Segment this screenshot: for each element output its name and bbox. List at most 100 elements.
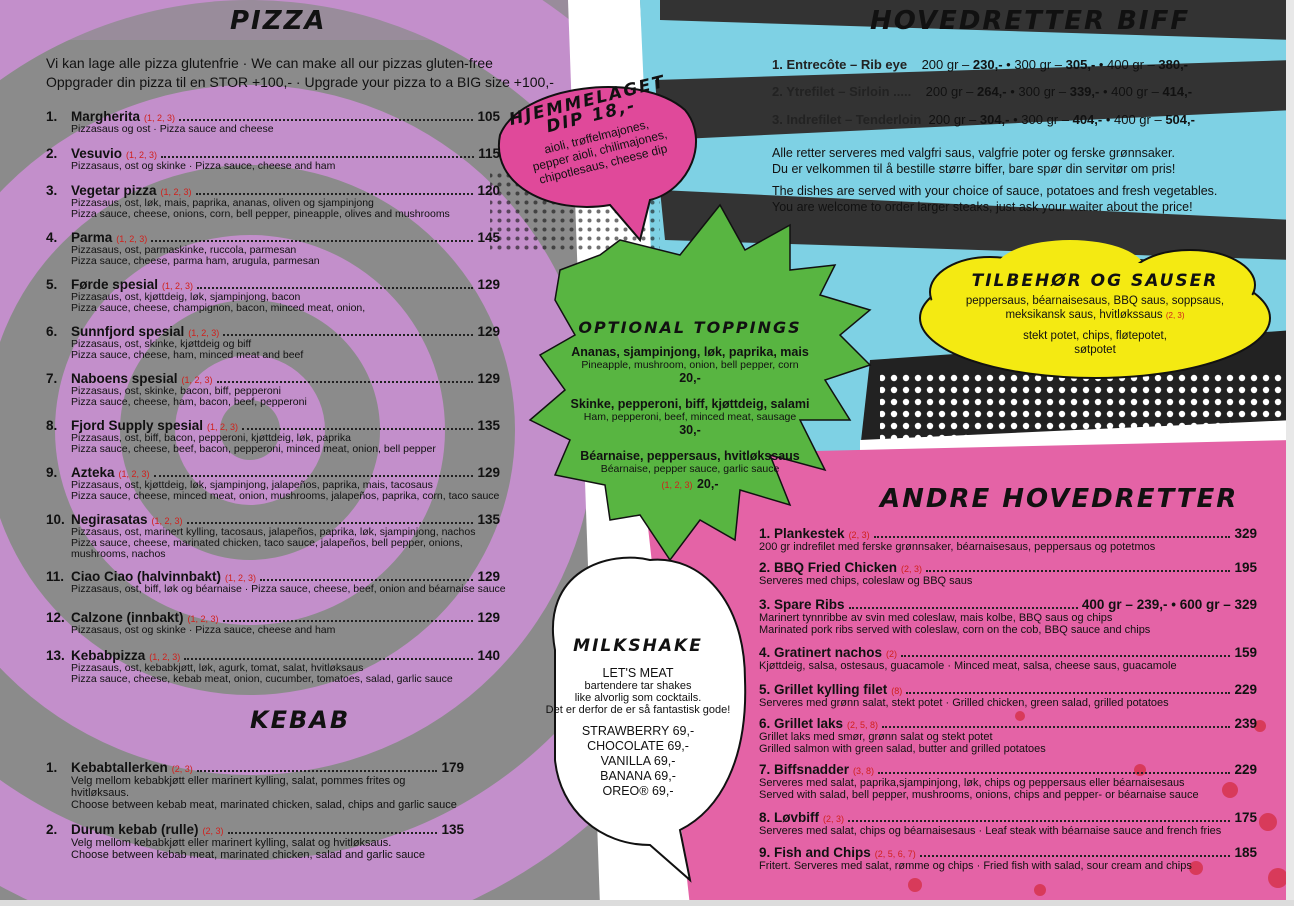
dot-leader xyxy=(196,770,438,772)
steak-row: 2. Ytrefilet – Sirloin ..... 200 gr – 26… xyxy=(772,84,1192,99)
milkshake-flavor: BANANA 69,- xyxy=(600,769,676,783)
item-description-en: Pizza sauce, cheese, onions, corn, bell … xyxy=(71,208,450,220)
allergen-codes: (1, 2, 3) xyxy=(187,614,219,624)
menu-item: 7. Naboens spesial (1, 2, 3) 129 Pizzasaus, … xyxy=(46,371,500,408)
item-name: Fjord Supply spesial xyxy=(71,418,204,433)
allergen-codes: (2, 5, 6, 7) xyxy=(874,849,916,859)
menu-item: 4. Parma (1, 2, 3) 145 Pizzasaus, ost, parma… xyxy=(46,230,500,267)
menu-item: 1. Plankestek (2, 3) 329 200 gr indrefilet … xyxy=(759,526,1257,553)
sides-line: peppersaus, béarnaisesaus, BBQ saus, sop… xyxy=(965,295,1225,307)
allergen-codes: (3, 8) xyxy=(853,766,875,776)
item-price: 135 xyxy=(477,418,500,433)
allergen-codes: (2, 3) xyxy=(823,814,845,824)
milkshake-flavor: CHOCOLATE 69,- xyxy=(587,739,689,753)
steak-price-2: 339,- xyxy=(1069,84,1100,99)
item-description: Fritert. Serveres med salat, rømme og ch… xyxy=(759,860,1192,872)
menu-item: 2. Durum kebab (rulle) (2, 3) 135 Velg mell… xyxy=(46,822,464,861)
toppings-group-en: Béarnaise, pepper sauce, garlic sauce xyxy=(600,463,780,475)
pizza-section-title: PIZZA xyxy=(230,6,327,36)
item-name: 3. Spare Ribs xyxy=(759,597,845,612)
item-description-en: Pizza sauce, cheese, minced meat, onion,… xyxy=(71,490,500,502)
item-name: Durum kebab (rulle) xyxy=(71,822,199,837)
item-number: 12. xyxy=(46,610,65,625)
item-name: 1. Plankestek xyxy=(759,526,845,541)
item-number: 9. xyxy=(46,465,58,480)
toppings-group-price: 20,- xyxy=(696,477,719,491)
item-number: 7. xyxy=(46,371,58,386)
allergen-codes: (1, 2, 3) xyxy=(661,480,693,490)
toppings-group-price: 30,- xyxy=(679,423,701,437)
steak-price-3: 504,- xyxy=(1165,112,1195,127)
steak-price-1: 304,- xyxy=(979,112,1010,127)
steak-note-no: Alle retter serveres med valgfri saus, v… xyxy=(772,145,1262,177)
menu-item: 1. Margherita (1, 2, 3) 105 Pizzasaus og ost… xyxy=(46,109,500,135)
allergen-codes: (2, 3) xyxy=(848,530,870,540)
item-price: 229 xyxy=(1234,682,1257,697)
milkshake-text: like alvorlig som cocktails. xyxy=(574,692,702,704)
item-name: Sunnfjord spesial xyxy=(71,324,185,339)
steak-note-line: The dishes are served with your choice o… xyxy=(772,184,1218,198)
menu-item: 4. Gratinert nachos (2) 159 Kjøttdeig, sals… xyxy=(759,645,1257,672)
item-description: Pizzasaus, ost og skinke · Pizza sauce, … xyxy=(71,160,336,172)
menu-item: 5. Førde spesial (1, 2, 3) 129 Pizzasaus, os… xyxy=(46,277,500,314)
dot-leader xyxy=(161,156,475,158)
dot-leader xyxy=(186,522,474,524)
dot-leader xyxy=(216,381,474,383)
steak-weight-2: • 300 gr – xyxy=(1009,112,1073,127)
item-name: 4. Gratinert nachos xyxy=(759,645,883,660)
item-description: Serveres med chips, coleslaw og BBQ saus xyxy=(759,575,973,587)
dot-leader xyxy=(260,579,474,581)
toppings-group-price: 20,- xyxy=(679,371,701,385)
pizza-intro: Vi kan lage alle pizza glutenfrie · We c… xyxy=(46,54,556,92)
item-name: 2. BBQ Fried Chicken xyxy=(759,560,898,575)
item-price: 129 xyxy=(477,610,500,625)
toppings-panel: OPTIONAL TOPPINGS Ananas, sjampinjong, l… xyxy=(535,318,845,493)
item-price: 135 xyxy=(441,822,464,837)
item-name: Vegetar pizza xyxy=(71,183,157,198)
item-price: 179 xyxy=(441,760,464,775)
menu-item: 5. Grillet kylling filet (8) 229 Serveres m… xyxy=(759,682,1257,709)
steak-weight-3: • 400 gr – xyxy=(1095,57,1159,72)
steak-note-line: Alle retter serveres med valgfri saus, v… xyxy=(772,146,1175,160)
steak-note-line: Du er velkommen til å bestille større bi… xyxy=(772,162,1176,176)
item-name: Naboens spesial xyxy=(71,371,178,386)
item-number: 3. xyxy=(46,183,58,198)
item-price: 140 xyxy=(477,648,500,663)
item-description: Serveres med grønn salat, stekt potet · … xyxy=(759,697,1169,709)
item-number: 1. xyxy=(46,109,58,124)
item-name: 5. Grillet kylling filet xyxy=(759,682,888,697)
item-description-cont: mushrooms, nachos xyxy=(71,548,166,560)
vertical-scrollbar[interactable] xyxy=(1286,0,1294,906)
steak-name: 1. Entrecôte – Rib eye xyxy=(772,57,908,72)
item-price: 329 xyxy=(1234,526,1257,541)
item-name: 8. Løvbiff xyxy=(759,810,819,825)
toppings-group-no: Ananas, sjampinjong, løk, paprika, mais xyxy=(571,345,809,359)
dot-leader xyxy=(901,655,1231,657)
item-number: 5. xyxy=(46,277,58,292)
steak-row: 3. Indrefilet – Tenderloin 200 gr – 304,… xyxy=(772,112,1195,127)
allergen-codes: (2, 3) xyxy=(202,826,224,836)
allergen-codes: (1, 2, 3) xyxy=(162,281,194,291)
item-name: Kebabtallerken xyxy=(71,760,168,775)
steak-row: 1. Entrecôte – Rib eye 200 gr – 230,- • … xyxy=(772,57,1188,72)
item-price: 185 xyxy=(1234,845,1257,860)
item-description: Velg mellom kebabkjøtt eller marinert ky… xyxy=(71,837,392,849)
item-price: 135 xyxy=(477,512,500,527)
dot-leader xyxy=(223,334,474,336)
item-price: 105 xyxy=(477,109,500,124)
allergen-codes: (1, 2, 3) xyxy=(181,375,213,385)
item-name: Parma xyxy=(71,230,113,245)
item-name: Azteka xyxy=(71,465,115,480)
steak-weight-3: • 400 gr – xyxy=(1099,84,1163,99)
horizontal-scrollbar[interactable] xyxy=(0,900,1294,906)
item-description-en: Pizza sauce, cheese, ham, minced meat an… xyxy=(71,349,304,361)
allergen-codes: (2) xyxy=(886,649,898,659)
menu-item: 11. Ciao Ciao (halvinnbakt) (1, 2, 3) 129 Pi… xyxy=(46,569,506,595)
item-name: Negirasatas xyxy=(71,512,148,527)
menu-item: 10. Negirasatas (1, 2, 3) 135 Pizzasaus, ost… xyxy=(46,512,500,560)
item-description-en: Grilled salmon with green salad, butter … xyxy=(759,743,1046,755)
item-number: 6. xyxy=(46,324,58,339)
item-price: 120 xyxy=(477,183,500,198)
steak-weight-1: 200 gr – xyxy=(928,112,980,127)
steak-note-line: You are welcome to order larger steaks, … xyxy=(772,200,1193,214)
